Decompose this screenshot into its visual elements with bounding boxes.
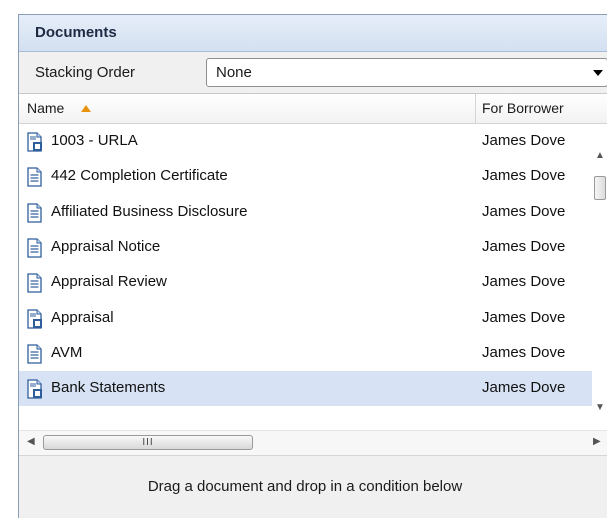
column-header-row: Name For Borrower: [19, 94, 607, 124]
stacking-order-dropdown[interactable]: None: [206, 58, 607, 87]
vertical-scroll-thumb[interactable]: [594, 176, 606, 200]
document-name: Bank Statements: [51, 379, 166, 397]
document-name: 1003 - URLA: [51, 132, 138, 149]
document-borrower: James Dove: [482, 237, 566, 255]
panel-header: Documents: [19, 15, 607, 52]
document-row[interactable]: 1003 - URLA James Dove: [19, 124, 607, 159]
column-divider[interactable]: [475, 94, 476, 123]
column-header-borrower[interactable]: For Borrower: [482, 100, 564, 116]
document-row[interactable]: AVM James Dove: [19, 336, 607, 371]
drop-hint-text: Drag a document and drop in a condition …: [147, 478, 463, 495]
document-name: Appraisal Review: [51, 273, 167, 291]
document-name: Appraisal Notice: [51, 237, 161, 255]
document-row[interactable]: 442 Completion Certificate James Dove: [19, 159, 607, 194]
document-name: Appraisal: [51, 308, 114, 326]
document-name: AVM: [51, 343, 83, 361]
document-row[interactable]: Bank Statements James Dove: [19, 371, 607, 407]
scroll-up-icon[interactable]: ▲: [594, 150, 606, 162]
document-row[interactable]: Appraisal James Dove: [19, 301, 607, 336]
multi-document-icon: [26, 132, 43, 152]
document-name: 442 Completion Certificate: [51, 167, 228, 185]
document-borrower: James Dove: [482, 273, 566, 291]
stacking-order-label: Stacking Order: [35, 64, 136, 81]
sort-ascending-icon[interactable]: [81, 105, 91, 112]
document-icon: [26, 202, 43, 223]
stacking-toolbar: Stacking Order None: [19, 52, 607, 94]
scroll-left-icon[interactable]: ◀: [27, 436, 35, 447]
document-name: Affiliated Business Disclosure: [51, 202, 248, 220]
panel-title: Documents: [35, 24, 117, 41]
document-icon: [26, 238, 43, 258]
column-header-name[interactable]: Name: [27, 100, 64, 116]
document-row[interactable]: Appraisal Notice James Dove: [19, 230, 607, 265]
document-borrower: James Dove: [482, 308, 566, 326]
document-borrower: James Dove: [482, 132, 566, 149]
document-borrower: James Dove: [482, 379, 566, 397]
documents-panel: Documents Stacking Order None Name For B…: [18, 14, 607, 518]
stacking-order-value: None: [216, 64, 252, 81]
drop-hint-footer: Drag a document and drop in a condition …: [19, 456, 607, 518]
document-icon: [26, 273, 43, 293]
chevron-down-icon: [593, 70, 603, 76]
document-row[interactable]: Appraisal Review James Dove: [19, 265, 607, 300]
document-icon: [26, 167, 43, 187]
document-list: 1003 - URLA James Dove 442 Completion Cert…: [19, 124, 607, 424]
document-borrower: James Dove: [482, 202, 566, 220]
vertical-scrollbar[interactable]: ▲ ▼: [592, 134, 607, 426]
scroll-down-icon[interactable]: ▼: [594, 402, 606, 414]
multi-document-icon: [26, 379, 43, 399]
document-row[interactable]: Affiliated Business Disclosure James Dove: [19, 195, 607, 230]
document-borrower: James Dove: [482, 343, 566, 361]
document-borrower: James Dove: [482, 167, 566, 185]
scroll-right-icon[interactable]: ▶: [593, 436, 601, 447]
grip-icon: III: [142, 437, 154, 448]
horizontal-scroll-thumb[interactable]: III: [43, 435, 253, 450]
horizontal-scrollbar[interactable]: ◀ III ▶: [19, 430, 607, 456]
multi-document-icon: [26, 308, 43, 329]
document-icon: [26, 344, 43, 364]
